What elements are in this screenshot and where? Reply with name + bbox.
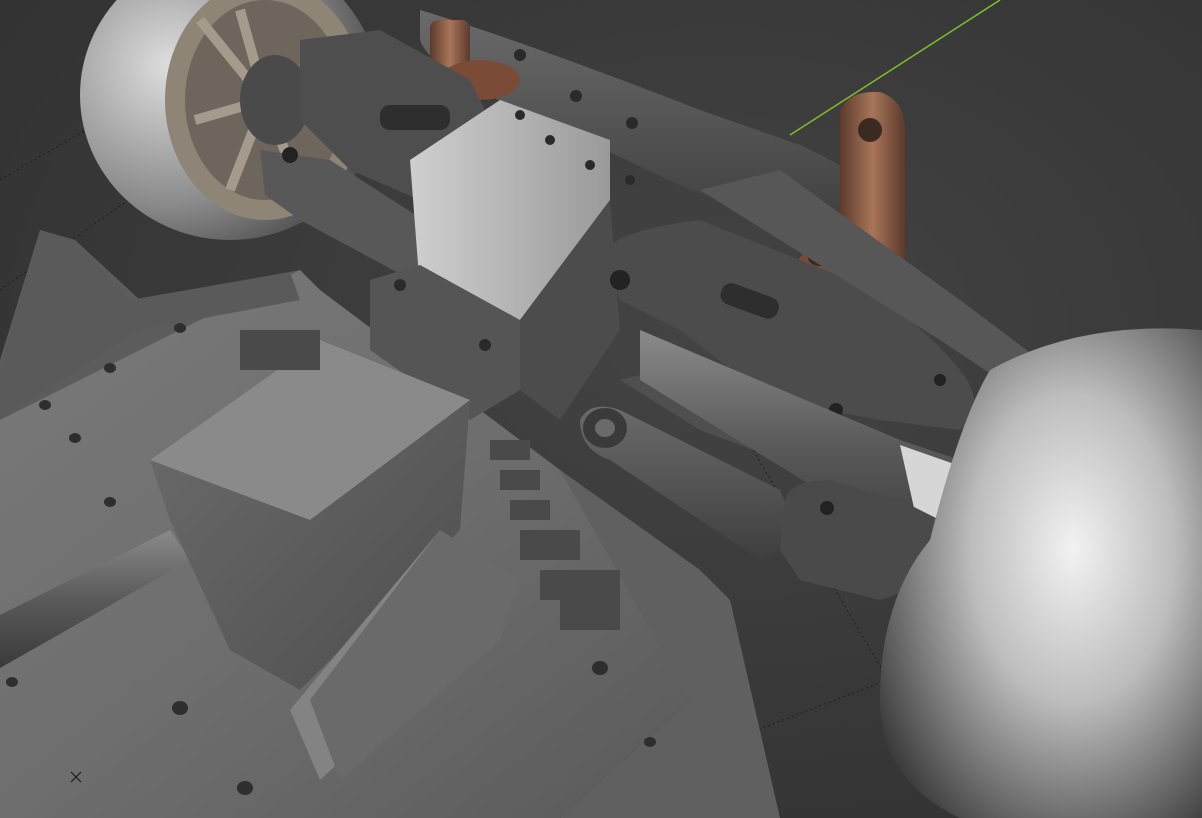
3d-viewport[interactable] [0,0,1202,818]
scene-canvas[interactable] [0,0,1202,818]
